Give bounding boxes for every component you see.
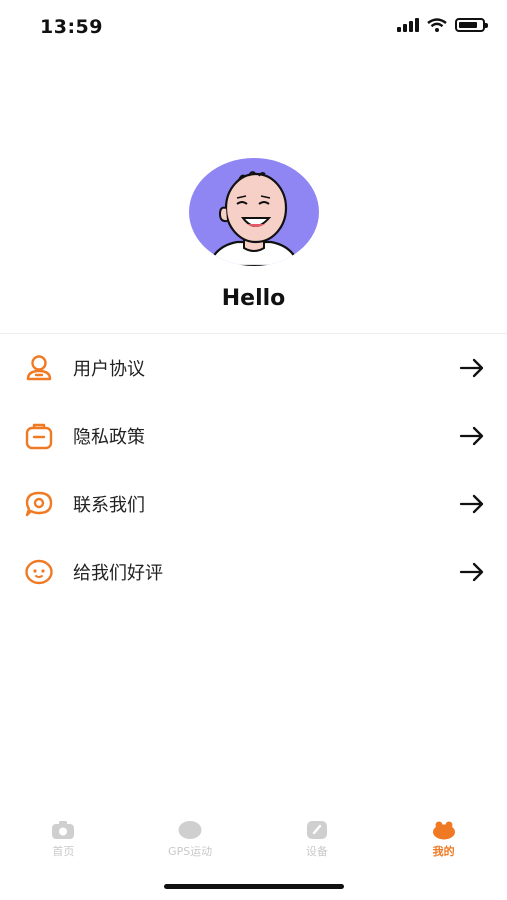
tab-label-mine: 我的: [432, 845, 455, 858]
device-icon: [306, 821, 327, 839]
arrow-right-icon: [459, 426, 484, 446]
status-bar: 13:59: [0, 0, 507, 54]
arrow-right-icon: [459, 494, 484, 514]
user-icon: [26, 355, 52, 381]
tab-label-device: 设备: [305, 845, 328, 858]
wifi-icon: [427, 18, 447, 32]
camera-icon: [52, 821, 75, 839]
menu-label-privacy-policy: 隐私政策: [73, 427, 145, 448]
battery-icon: [455, 18, 488, 32]
clipboard-icon: [25, 423, 53, 450]
tab-home[interactable]: 首页: [0, 820, 127, 870]
status-icons: [397, 18, 488, 32]
menu-label-contact-us: 联系我们: [73, 495, 145, 516]
tab-label-home: 首页: [52, 845, 75, 858]
chat-bubble-icon: [25, 491, 53, 517]
menu-label-rate-us: 给我们好评: [73, 563, 163, 584]
cartoon-face-icon: [207, 171, 301, 266]
smiley-icon: [25, 559, 53, 585]
tab-mine[interactable]: 我的: [380, 820, 507, 870]
tab-bar: 首页 GPS运动 设备 我的: [0, 820, 507, 870]
tab-gps-sport[interactable]: GPS运动: [127, 820, 254, 870]
menu-item-privacy-policy[interactable]: 隐私政策: [0, 402, 507, 470]
menu-item-rate-us[interactable]: 给我们好评: [0, 538, 507, 606]
menu-item-user-agreement[interactable]: 用户协议: [0, 334, 507, 402]
home-indicator[interactable]: [164, 884, 344, 889]
menu-label-user-agreement: 用户协议: [73, 359, 145, 380]
avatar[interactable]: [189, 158, 319, 266]
arrow-right-icon: [459, 358, 484, 378]
settings-menu: 用户协议 隐私政策 联系我们 给我们好评: [0, 334, 507, 606]
signal-icon: [397, 18, 419, 32]
cloud-icon: [178, 821, 202, 839]
profile-icon: [432, 821, 455, 840]
greeting-title: Hello: [221, 286, 286, 311]
tab-label-gps-sport: GPS运动: [168, 845, 213, 858]
tab-device[interactable]: 设备: [254, 820, 381, 870]
arrow-right-icon: [459, 562, 484, 582]
status-time: 13:59: [40, 16, 103, 38]
menu-item-contact-us[interactable]: 联系我们: [0, 470, 507, 538]
